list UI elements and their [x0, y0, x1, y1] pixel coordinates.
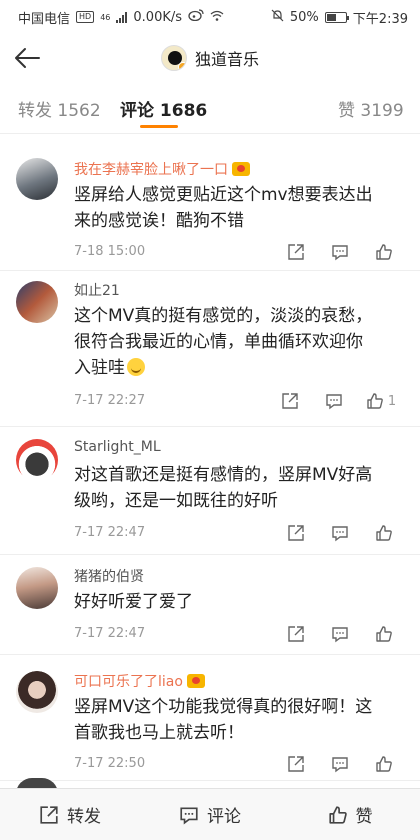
wifi-icon — [210, 10, 224, 25]
reply-button[interactable] — [318, 240, 362, 264]
share-button[interactable] — [274, 240, 318, 264]
clock: 下午2:39 — [352, 11, 408, 27]
comment-icon — [180, 807, 198, 824]
comment-time: 7-17 22:50 — [74, 756, 146, 771]
share-icon — [282, 393, 298, 409]
vip-crown-icon — [186, 674, 205, 688]
back-button[interactable] — [10, 42, 44, 74]
share-button[interactable] — [274, 521, 318, 545]
comment-actions — [274, 240, 406, 264]
comment-item: 我在李赫宰脸上啾了一口 竖屏给人感觉更贴近这个mv想要表达出 来的感觉诶！酷狗不… — [0, 138, 420, 271]
comment-icon — [332, 245, 348, 261]
tab-likes[interactable]: 赞 3199 — [338, 96, 404, 121]
like-button[interactable] — [362, 622, 406, 646]
commenter-avatar[interactable] — [16, 158, 58, 200]
commenter-name[interactable]: Starlight_ML — [74, 439, 161, 455]
share-icon — [288, 244, 304, 260]
active-tab-indicator — [140, 125, 178, 128]
thumbs-up-icon — [367, 393, 383, 409]
comment-text: 好好听爱了爱了 — [74, 592, 193, 612]
network-type: 46 — [100, 12, 111, 22]
vip-crown-icon — [232, 162, 250, 176]
thumbs-up-icon — [376, 525, 392, 541]
commenter-avatar[interactable] — [16, 567, 58, 609]
network-speed: 0.00K/s — [133, 9, 183, 25]
comment-item: 可口可乐了了liao 竖屏MV这个功能我觉得真的很好啊！这 首歌我也马上就去听！… — [0, 655, 420, 781]
comment-icon — [332, 627, 348, 643]
comment-icon — [326, 394, 342, 410]
comment-text: 对这首歌还是挺有感情的，竖屏MV好高 级哟，还是一如既往的好听 — [74, 465, 373, 511]
reply-button[interactable] — [318, 521, 362, 545]
like-button[interactable] — [362, 521, 406, 545]
commenter-name[interactable]: 我在李赫宰脸上啾了一口 — [74, 159, 250, 179]
comment-text: 竖屏给人感觉更贴近这个mv想要表达出 来的感觉诶！酷狗不错 — [74, 185, 373, 231]
share-icon — [288, 525, 304, 541]
like-button[interactable] — [362, 752, 406, 776]
battery-percent: 50% — [289, 9, 319, 25]
repost-button[interactable]: 转发 — [0, 789, 140, 840]
comment-actions — [274, 752, 406, 776]
comment-time: 7-17 22:47 — [74, 626, 146, 641]
thumbs-up-icon — [376, 756, 392, 772]
commenter-name[interactable]: 猪猪的伯贤 — [74, 566, 144, 586]
tab-repost[interactable]: 转发 1562 — [18, 96, 101, 121]
comment-actions: 1 — [268, 389, 406, 413]
comment-icon — [332, 757, 348, 773]
commenter-name[interactable]: 可口可乐了了liao — [74, 671, 205, 691]
reply-button[interactable] — [318, 752, 362, 776]
signal-icon — [116, 11, 128, 23]
like-label: 赞 — [355, 807, 373, 827]
share-button[interactable] — [274, 622, 318, 646]
share-button[interactable] — [268, 389, 312, 413]
commenter-avatar[interactable] — [16, 671, 58, 713]
comment-item: Starlight_ML 对这首歌还是挺有感情的，竖屏MV好高 级哟，还是一如既… — [0, 427, 420, 555]
tab-bar: 转发 1562 评论 1686 赞 3199 — [0, 82, 420, 134]
page-title: 独道音乐 — [194, 50, 259, 69]
comment-icon — [332, 526, 348, 542]
verified-badge-icon — [177, 62, 186, 70]
battery-icon — [324, 11, 349, 23]
comment-text: 竖屏MV这个功能我觉得真的很好啊！这 首歌我也马上就去听！ — [74, 697, 373, 743]
comment-item: 如止21 这个MV真的挺有感觉的，淡淡的哀愁， 很符合我最近的心情，单曲循环欢迎… — [0, 271, 420, 427]
share-button[interactable] — [274, 752, 318, 776]
comment-item: 猪猪的伯贤 好好听爱了爱了 7-17 22:47 — [0, 555, 420, 655]
comment-actions — [274, 622, 406, 646]
like-post-button[interactable]: 赞 — [280, 789, 420, 840]
thumbs-up-icon — [376, 626, 392, 642]
mute-icon — [271, 9, 284, 26]
thumbs-up-icon — [328, 805, 347, 824]
comment-time: 7-17 22:47 — [74, 525, 146, 540]
reply-button[interactable] — [312, 389, 356, 413]
commenter-name[interactable]: 如止21 — [74, 280, 120, 300]
status-bar: 中国电信 HD 46 0.00K/s 50% 下午2:39 — [0, 0, 420, 34]
like-button[interactable]: 1 — [356, 389, 406, 413]
comment-list: 我在李赫宰脸上啾了一口 竖屏给人感觉更贴近这个mv想要表达出 来的感觉诶！酷狗不… — [0, 138, 420, 781]
carrier-label: 中国电信 — [18, 11, 71, 27]
reply-button[interactable] — [318, 622, 362, 646]
thumbs-up-icon — [376, 244, 392, 260]
comment-time: 7-18 15:00 — [74, 244, 146, 259]
like-count: 1 — [387, 393, 397, 409]
repost-label: 转发 — [67, 807, 101, 827]
comment-time: 7-17 22:27 — [74, 393, 146, 408]
account-avatar[interactable] — [160, 45, 187, 71]
header-bar: 独道音乐 — [0, 34, 420, 82]
like-button[interactable] — [362, 240, 406, 264]
account-header[interactable]: 独道音乐 — [160, 45, 259, 71]
bottom-action-bar: 转发 评论 赞 — [0, 788, 420, 840]
comment-label: 评论 — [207, 807, 241, 827]
hd-badge: HD — [76, 11, 95, 23]
share-icon — [288, 756, 304, 772]
comment-text: 这个MV真的挺有感觉的，淡淡的哀愁， 很符合我最近的心情，单曲循环欢迎你 入驻哇 — [74, 306, 373, 378]
comment-button[interactable]: 评论 — [140, 789, 280, 840]
commenter-avatar[interactable] — [16, 439, 58, 481]
tab-comments[interactable]: 评论 1686 — [120, 96, 207, 121]
weibo-status-icon — [188, 9, 204, 25]
arrow-left-icon — [15, 48, 40, 68]
smile-emoji-icon — [127, 358, 145, 376]
comment-actions — [274, 521, 406, 545]
share-icon — [40, 805, 58, 824]
share-icon — [288, 626, 304, 642]
commenter-avatar[interactable] — [16, 281, 58, 323]
